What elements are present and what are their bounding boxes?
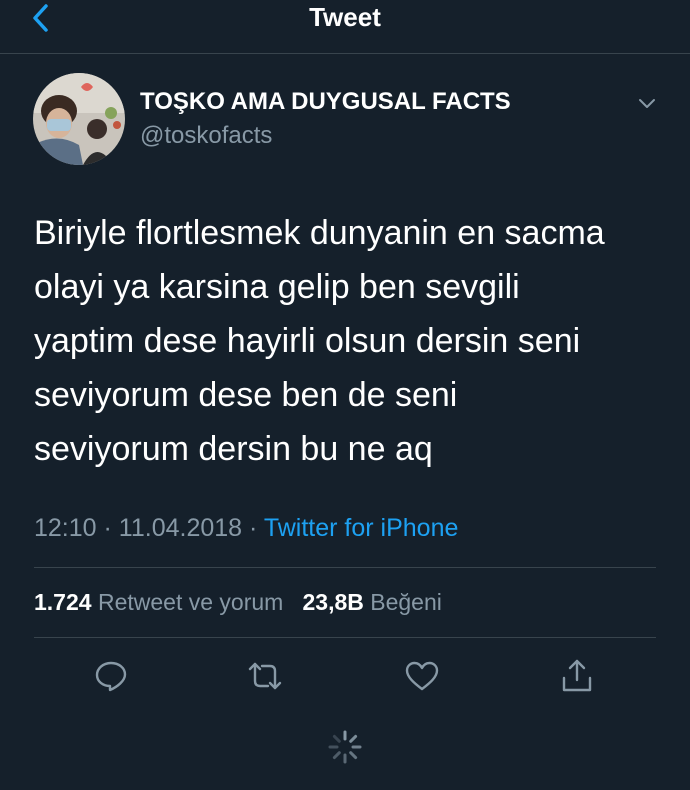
likes-stat[interactable]: 23,8B Beğeni [302,589,441,615]
likes-label: Beğeni [370,589,442,615]
like-button[interactable] [402,656,442,696]
retweet-icon [248,662,282,690]
share-icon [562,659,592,692]
tweet-text-line: olayi ya karsina gelip ben sevgili [34,268,520,306]
tweet-time: 12:10 [34,514,97,542]
retweets-label: Retweet ve yorum [97,589,284,615]
chevron-down-icon [639,99,655,108]
share-button[interactable] [557,656,597,696]
tweet-date: 11.04.2018 [118,514,243,542]
tweet-source-link[interactable]: Twitter for iPhone [264,514,459,542]
loading-spinner [327,729,363,765]
tweet-stats: 1.724 Retweet ve yorum 23,8B Beğeni [34,589,442,616]
meta-separator: · [249,514,258,542]
avatar-photo [33,73,125,165]
meta-separator: · [103,514,112,542]
author-display-name[interactable]: TOŞKO AMA DUYGUSAL FACTS [140,88,511,116]
reply-button[interactable] [91,656,131,696]
spinner-icon [328,730,362,764]
divider [34,567,656,568]
likes-count: 23,8B [302,589,364,615]
retweet-button[interactable] [245,656,285,696]
tweet-text-line: seviyorum dese ben de seni [34,376,458,414]
author-handle[interactable]: @toskofacts [140,122,272,150]
tweet-text: Biriyle flortlesmek dunyanin en sacma ol… [34,206,664,476]
reply-icon [95,661,127,692]
avatar[interactable] [33,73,125,165]
retweets-count: 1.724 [34,589,92,615]
tweet-text-line: seviyorum dersin bu ne aq [34,430,433,468]
page-title: Tweet [309,2,381,32]
divider [34,637,656,638]
top-nav-bar: Tweet [0,0,690,54]
tweet-text-line: yaptim dese hayirli olsun dersin seni [34,322,581,360]
tweet-meta: 12:10 · 11.04.2018 · Twitter for iPhone [34,514,458,543]
tweet-text-line: Biriyle flortlesmek dunyanin en sacma [34,214,605,252]
like-icon [405,661,439,691]
more-options-button[interactable] [634,90,660,116]
retweets-stat[interactable]: 1.724 Retweet ve yorum [34,589,290,615]
